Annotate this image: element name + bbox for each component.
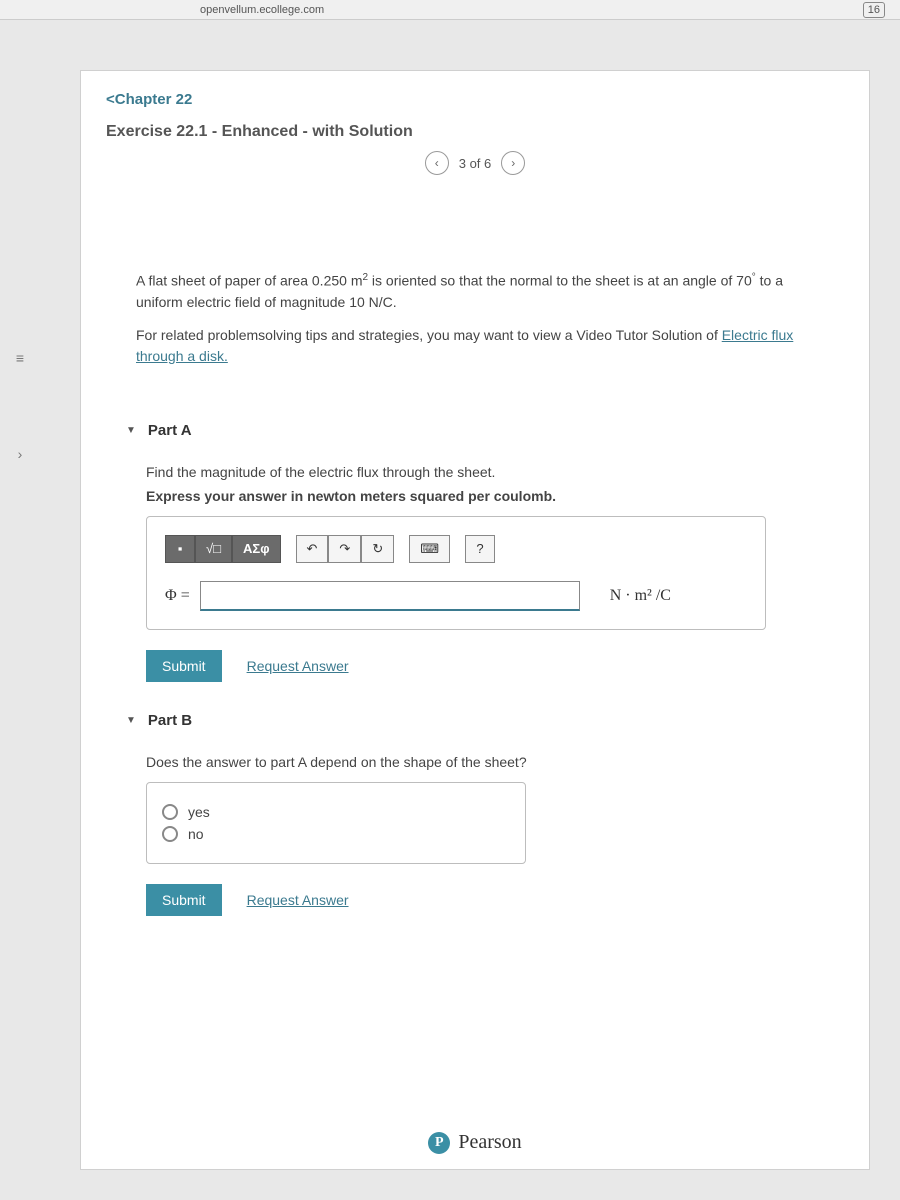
problem-text-2a: For related problemsolving tips and stra… [136,327,722,343]
part-b-actions: Submit Request Answer [146,884,804,916]
request-answer-b[interactable]: Request Answer [247,892,349,908]
help-button[interactable]: ? [465,535,495,563]
part-a-instruction: Find the magnitude of the electric flux … [146,464,804,480]
part-b-question: Does the answer to part A depend on the … [146,754,804,770]
formula-toolbar: ▪ √□ ΑΣφ ↶ ↷ ↻ ⌨ ? [165,535,747,563]
part-a-label: Part A [148,422,192,439]
part-b-header[interactable]: ▼ Part B [126,712,824,729]
greek-button[interactable]: ΑΣφ [232,535,281,563]
browser-icons: 16 [863,2,885,18]
problem-text-2: For related problemsolving tips and stra… [136,325,814,367]
radio-yes[interactable] [162,804,178,820]
radio-no[interactable] [162,826,178,842]
request-answer-a[interactable]: Request Answer [247,658,349,674]
problem-statement: A flat sheet of paper of area 0.250 m2 i… [126,255,824,382]
side-scroll-icon[interactable]: ≡ [16,350,24,366]
browser-bar: openvellum.ecollege.com 16 [0,0,900,20]
fraction-button[interactable]: √□ [195,535,232,563]
flux-input[interactable] [200,581,580,611]
problem-text-1: A flat sheet of paper of area 0.250 m2 i… [136,270,814,313]
part-a-answer-box: ▪ √□ ΑΣφ ↶ ↷ ↻ ⌨ ? Φ = N · m² /C [146,516,766,630]
main-content: <Chapter 22 Exercise 22.1 - Enhanced - w… [80,70,870,1170]
exercise-title: Exercise 22.1 - Enhanced - with Solution [106,123,844,141]
submit-button-a[interactable]: Submit [146,650,222,682]
pearson-footer: P Pearson [81,1131,869,1154]
phi-label: Φ = [165,587,190,605]
chapter-link[interactable]: <Chapter 22 [106,91,844,108]
pearson-logo-icon: P [428,1132,450,1154]
side-expand-icon[interactable]: › [18,446,23,462]
templates-button[interactable]: ▪ [165,535,195,563]
url-text: openvellum.ecollege.com [200,4,324,16]
formula-row: Φ = N · m² /C [165,581,747,611]
caret-down-icon: ▼ [126,715,136,726]
units-label: N · m² /C [610,587,671,605]
problem-text-1a: A flat sheet of paper of area 0.250 m [136,273,362,289]
pearson-brand: Pearson [458,1131,521,1154]
pagination: ‹ 3 of 6 › [106,151,844,175]
page-indicator: 3 of 6 [459,156,492,171]
radio-no-label: no [188,826,204,842]
part-a-body: Find the magnitude of the electric flux … [146,464,804,682]
side-nav: ≡ › [0,20,40,520]
caret-down-icon: ▼ [126,425,136,436]
next-page-button[interactable]: › [501,151,525,175]
submit-button-b[interactable]: Submit [146,884,222,916]
radio-yes-label: yes [188,804,210,820]
problem-text-1b: is oriented so that the normal to the sh… [368,273,752,289]
keyboard-button[interactable]: ⌨ [409,535,450,563]
part-b-radio-box: yes no [146,782,526,864]
redo-button[interactable]: ↷ [328,535,361,563]
prev-page-button[interactable]: ‹ [425,151,449,175]
tab-count[interactable]: 16 [863,2,885,18]
part-b-body: Does the answer to part A depend on the … [146,754,804,916]
radio-yes-row: yes [162,804,510,820]
part-a-format: Express your answer in newton meters squ… [146,488,804,504]
undo-button[interactable]: ↶ [296,535,329,563]
format-group: ▪ √□ ΑΣφ [165,535,281,563]
part-a-actions: Submit Request Answer [146,650,804,682]
part-a-header[interactable]: ▼ Part A [126,422,824,439]
radio-no-row: no [162,826,510,842]
part-b-label: Part B [148,712,192,729]
reset-button[interactable]: ↻ [361,535,394,563]
